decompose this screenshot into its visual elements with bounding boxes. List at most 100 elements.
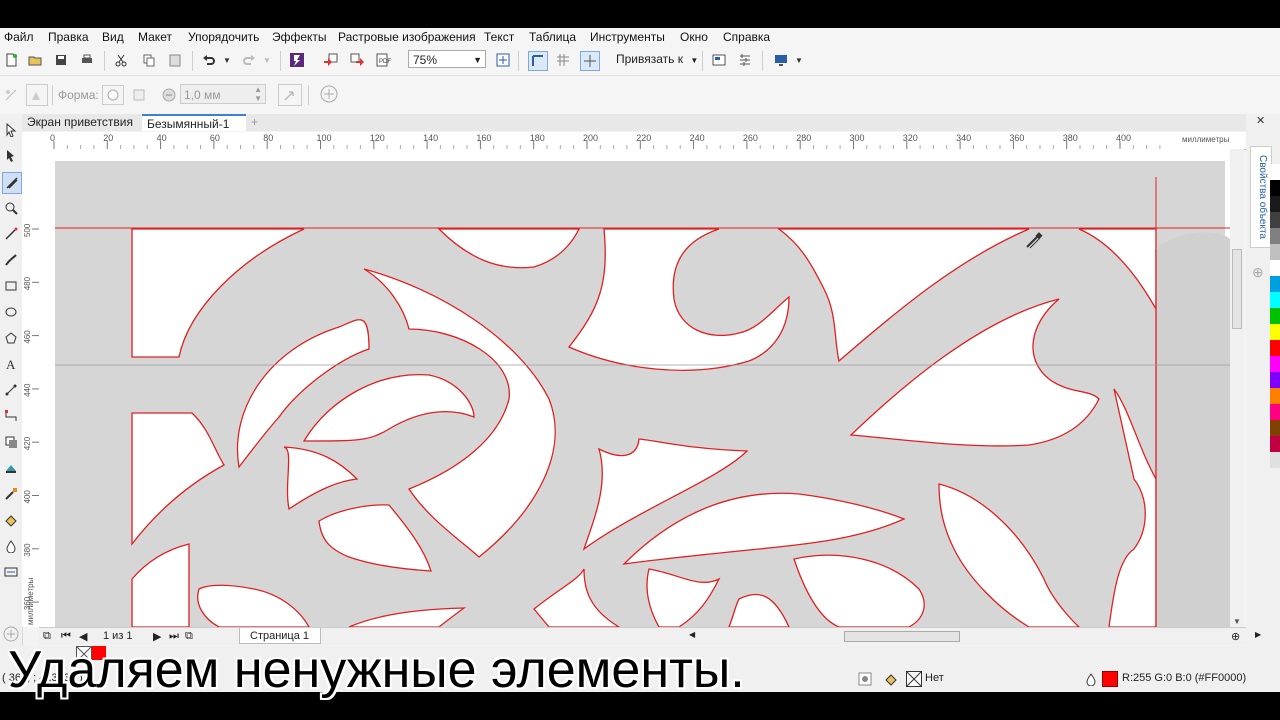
tab-untitled-1[interactable]: Безымянный-1 [142, 114, 246, 131]
arrow-curve-icon[interactable] [278, 84, 302, 106]
scroll-left-icon[interactable]: ◀ [689, 630, 695, 639]
artistic-media-icon[interactable] [2, 250, 20, 270]
copy-icon[interactable] [140, 51, 158, 69]
palette-color-swatch[interactable] [1270, 388, 1280, 404]
menu-effects[interactable]: Эффекты [272, 30, 327, 44]
show-guidelines-icon[interactable] [580, 51, 600, 71]
pick-tool-icon[interactable] [2, 120, 20, 140]
horizontal-ruler[interactable]: 0 20 40 60 80 100 120 140 160 180 200 220 240 260 280 3… [22, 132, 1246, 150]
crop-knife-tool-icon[interactable] [2, 172, 22, 194]
tab-welcome-screen[interactable]: Экран приветствия [22, 114, 142, 131]
drop-shadow-icon[interactable] [2, 432, 20, 452]
undo-icon[interactable] [200, 51, 218, 69]
menu-tools[interactable]: Инструменты [590, 30, 665, 44]
vertical-scroll-thumb[interactable] [1232, 249, 1242, 329]
full-screen-preview-icon[interactable] [494, 51, 512, 69]
menu-arrange[interactable]: Упорядочить [188, 30, 259, 44]
horizontal-scrollbar[interactable]: ◀ ▶ [689, 630, 1269, 643]
palette-color-swatch[interactable] [1270, 260, 1280, 276]
polygon-tool-icon[interactable] [2, 328, 20, 348]
options-icon[interactable] [710, 51, 728, 69]
parallel-dimension-icon[interactable] [2, 380, 20, 400]
palette-color-swatch[interactable] [1270, 164, 1280, 180]
palette-color-swatch[interactable] [1270, 212, 1280, 228]
show-rulers-icon[interactable] [528, 51, 548, 71]
break-apart-icon[interactable] [2, 86, 20, 104]
publish-pdf-icon[interactable]: PDF [374, 51, 392, 69]
vertical-ruler[interactable]: 500 480 460 440 420 400 380 360 миллиметры [22, 149, 40, 627]
menu-edit[interactable]: Правка [48, 30, 89, 44]
open-folder-icon[interactable] [26, 51, 44, 69]
palette-color-swatch[interactable] [1270, 180, 1280, 196]
connector-tool-icon[interactable] [2, 406, 20, 426]
freehand-tool-icon[interactable] [2, 224, 20, 244]
paste-icon[interactable] [166, 51, 184, 69]
palette-color-swatch[interactable] [1270, 436, 1280, 452]
text-tool-icon[interactable]: A [2, 354, 20, 374]
object-properties-tab[interactable]: Свойства объекта [1250, 146, 1272, 248]
cut-icon[interactable] [112, 51, 130, 69]
scroll-down-icon[interactable]: ▼ [1233, 617, 1241, 626]
menu-view[interactable]: Вид [102, 30, 124, 44]
palette-color-swatch[interactable] [1270, 244, 1280, 260]
add-tab-icon[interactable]: + [246, 114, 266, 131]
palette-color-swatch[interactable] [1270, 196, 1280, 212]
zoom-level-select[interactable]: 75% ▼ [408, 50, 486, 68]
spin-down-icon[interactable]: ▼ [254, 94, 262, 104]
palette-color-swatch[interactable] [1270, 452, 1280, 468]
redo-icon[interactable] [240, 51, 258, 69]
application-launcher-icon[interactable] [736, 51, 754, 69]
smart-fill-icon[interactable] [2, 536, 20, 556]
menu-text[interactable]: Текст [484, 30, 514, 44]
menu-help[interactable]: Справка [723, 30, 770, 44]
menu-window[interactable]: Окно [680, 30, 708, 44]
redo-dropdown-icon[interactable]: ▼ [258, 51, 276, 69]
menu-file[interactable]: Файл [4, 30, 34, 44]
palette-color-swatch[interactable] [1270, 468, 1280, 484]
menu-layout[interactable]: Макет [138, 30, 172, 44]
object-properties-icon[interactable] [26, 84, 48, 106]
undo-dropdown-icon[interactable]: ▼ [218, 51, 236, 69]
palette-color-swatch[interactable] [1270, 340, 1280, 356]
palette-color-swatch[interactable] [1270, 420, 1280, 436]
show-grid-icon[interactable] [554, 51, 572, 69]
close-docker-icon[interactable]: ✕ [1256, 114, 1265, 127]
chevron-down-icon[interactable]: ▼ [790, 51, 808, 69]
rectangle-tool-icon[interactable] [2, 276, 20, 296]
new-document-icon[interactable] [2, 51, 20, 69]
palette-color-swatch[interactable] [1270, 356, 1280, 372]
palette-color-swatch[interactable] [1270, 404, 1280, 420]
palette-color-swatch[interactable] [1270, 308, 1280, 324]
snap-to-dropdown[interactable]: Привязать к ▼ [616, 52, 698, 66]
menu-bitmaps[interactable]: Растровые изображения [338, 30, 476, 44]
save-icon[interactable] [52, 51, 70, 69]
palette-color-swatch[interactable] [1270, 372, 1280, 388]
horizontal-scroll-thumb[interactable] [844, 631, 960, 642]
outline-width-field[interactable]: 1,0 мм ▲ ▼ [180, 84, 266, 104]
palette-color-swatch[interactable] [1270, 324, 1280, 340]
ellipse-tool-icon[interactable] [2, 302, 20, 322]
drawing-canvas[interactable] [39, 149, 1230, 627]
interactive-fill-icon[interactable] [2, 510, 20, 530]
shape-circle-icon[interactable] [102, 85, 124, 105]
screen-display-icon[interactable] [772, 51, 790, 69]
color-eyedropper-icon[interactable] [2, 484, 20, 504]
export-icon[interactable] [348, 51, 366, 69]
color-palette[interactable] [1270, 164, 1280, 504]
add-docker-icon[interactable]: ⊕ [1252, 264, 1264, 281]
shape-tool-icon[interactable] [2, 146, 20, 166]
scroll-right-icon[interactable]: ▶ [1255, 630, 1261, 639]
zoom-fit-icon[interactable]: ⊕ [1231, 630, 1240, 643]
transparency-icon[interactable] [2, 458, 20, 478]
palette-color-swatch[interactable] [1270, 228, 1280, 244]
shape-square-icon[interactable] [130, 86, 148, 104]
print-icon[interactable] [78, 51, 96, 69]
palette-color-swatch[interactable] [1270, 292, 1280, 308]
vertical-scrollbar[interactable]: ▼ [1230, 149, 1244, 627]
menu-table[interactable]: Таблица [529, 30, 576, 44]
search-content-icon[interactable] [288, 51, 306, 69]
zoom-tool-icon[interactable] [2, 198, 20, 218]
add-preset-icon[interactable] [320, 85, 338, 103]
palette-color-swatch[interactable] [1270, 276, 1280, 292]
import-icon[interactable] [322, 51, 340, 69]
